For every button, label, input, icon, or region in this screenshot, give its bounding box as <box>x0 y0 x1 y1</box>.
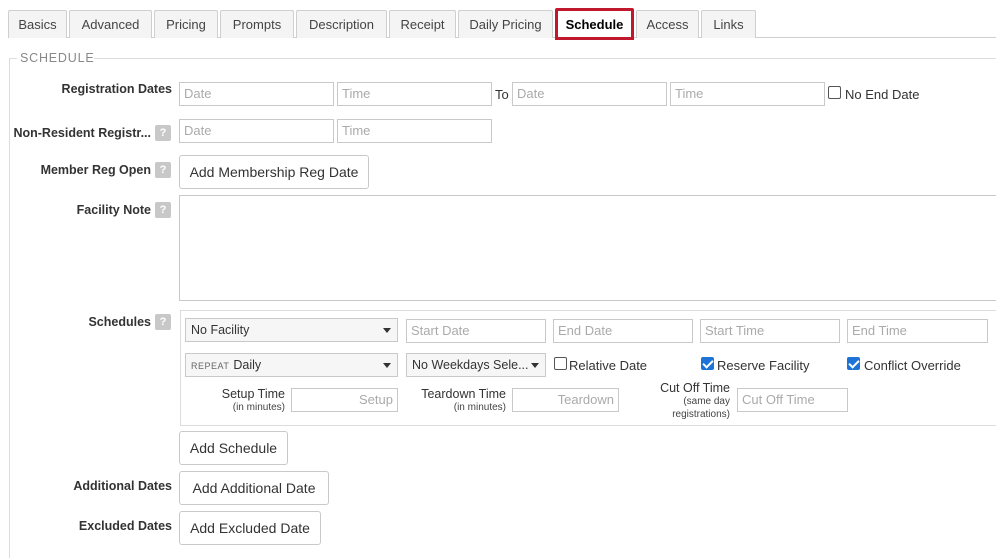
help-icon[interactable]: ? <box>155 162 171 178</box>
repeat-select[interactable]: REPEAT Daily <box>185 353 398 377</box>
cutoff-time-sub2: registrations) <box>672 409 730 420</box>
to-label: To <box>495 87 509 102</box>
add-membership-reg-date-button[interactable]: Add Membership Reg Date <box>179 155 369 189</box>
member-reg-open-label: Member Reg Open <box>40 163 151 177</box>
repeat-prefix: REPEAT <box>191 361 230 371</box>
non-resident-date-input[interactable]: Date <box>179 119 334 143</box>
section-title: SCHEDULE <box>20 51 95 65</box>
schedules-label: Schedules <box>88 315 151 329</box>
tab-schedule[interactable]: Schedule <box>555 8 634 40</box>
additional-dates-label: Additional Dates <box>73 479 172 493</box>
relative-date-checkbox[interactable] <box>554 357 567 370</box>
registration-start-date-input[interactable]: Date <box>179 82 334 106</box>
reserve-facility-checkbox[interactable] <box>701 357 714 370</box>
registration-dates-label: Registration Dates <box>61 82 172 96</box>
tab-links[interactable]: Links <box>701 10 756 38</box>
schedule-start-date-input[interactable]: Start Date <box>406 319 546 343</box>
no-end-date-label: No End Date <box>845 87 920 102</box>
cutoff-time-sub1: (same day <box>683 396 730 407</box>
registration-start-time-input[interactable]: Time <box>337 82 492 106</box>
teardown-time-label: Teardown Time (in minutes) <box>406 388 506 414</box>
non-resident-time-input[interactable]: Time <box>337 119 492 143</box>
non-resident-label: Non-Resident Registr... <box>13 126 151 140</box>
help-icon[interactable]: ? <box>155 314 171 330</box>
reserve-facility-label: Reserve Facility <box>717 358 810 373</box>
cutoff-time-title: Cut Off Time <box>660 381 730 395</box>
setup-time-label: Setup Time (in minutes) <box>195 388 285 414</box>
conflict-override-checkbox[interactable] <box>847 357 860 370</box>
relative-date-label: Relative Date <box>569 358 648 373</box>
chevron-down-icon <box>383 328 391 333</box>
tab-receipt[interactable]: Receipt <box>389 10 456 38</box>
facility-select[interactable]: No Facility <box>185 318 398 342</box>
help-icon[interactable]: ? <box>155 125 171 141</box>
schedule-end-date-input[interactable]: End Date <box>553 319 693 343</box>
weekdays-value: No Weekdays Sele... <box>412 358 529 372</box>
cutoff-time-label: Cut Off Time (same day registrations) <box>640 382 730 421</box>
weekdays-select[interactable]: No Weekdays Sele... <box>406 353 546 377</box>
registration-end-date-input[interactable]: Date <box>512 82 667 106</box>
tab-advanced[interactable]: Advanced <box>69 10 152 38</box>
chevron-down-icon <box>383 363 391 368</box>
add-additional-date-button[interactable]: Add Additional Date <box>179 471 329 505</box>
tab-description[interactable]: Description <box>296 10 387 38</box>
cutoff-time-input[interactable]: Cut Off Time <box>737 388 848 412</box>
setup-time-title: Setup Time <box>221 387 285 401</box>
teardown-time-title: Teardown Time <box>421 387 506 401</box>
fieldset-border <box>94 58 996 59</box>
registration-end-time-input[interactable]: Time <box>670 82 825 106</box>
add-excluded-date-button[interactable]: Add Excluded Date <box>179 511 321 545</box>
facility-note-label: Facility Note <box>76 203 151 217</box>
setup-time-input[interactable]: Setup <box>291 388 398 412</box>
add-schedule-button[interactable]: Add Schedule <box>179 431 288 465</box>
fieldset-border <box>9 58 17 59</box>
tab-access[interactable]: Access <box>636 10 699 38</box>
tab-daily-pricing[interactable]: Daily Pricing <box>458 10 553 38</box>
facility-select-value: No Facility <box>191 323 250 337</box>
conflict-override-label: Conflict Override <box>864 358 961 373</box>
repeat-value: Daily <box>233 358 262 372</box>
tab-basics[interactable]: Basics <box>8 10 67 38</box>
fieldset-border <box>9 58 10 558</box>
setup-time-sub: (in minutes) <box>232 402 285 413</box>
schedule-end-time-input[interactable]: End Time <box>847 319 988 343</box>
no-end-date-checkbox[interactable] <box>828 86 841 99</box>
teardown-time-sub: (in minutes) <box>453 402 506 413</box>
excluded-dates-label: Excluded Dates <box>78 519 172 533</box>
tab-prompts[interactable]: Prompts <box>220 10 294 38</box>
chevron-down-icon <box>531 363 539 368</box>
help-icon[interactable]: ? <box>155 202 171 218</box>
facility-note-textarea[interactable] <box>179 195 996 301</box>
teardown-time-input[interactable]: Teardown <box>512 388 619 412</box>
tab-pricing[interactable]: Pricing <box>154 10 218 38</box>
schedule-start-time-input[interactable]: Start Time <box>700 319 840 343</box>
